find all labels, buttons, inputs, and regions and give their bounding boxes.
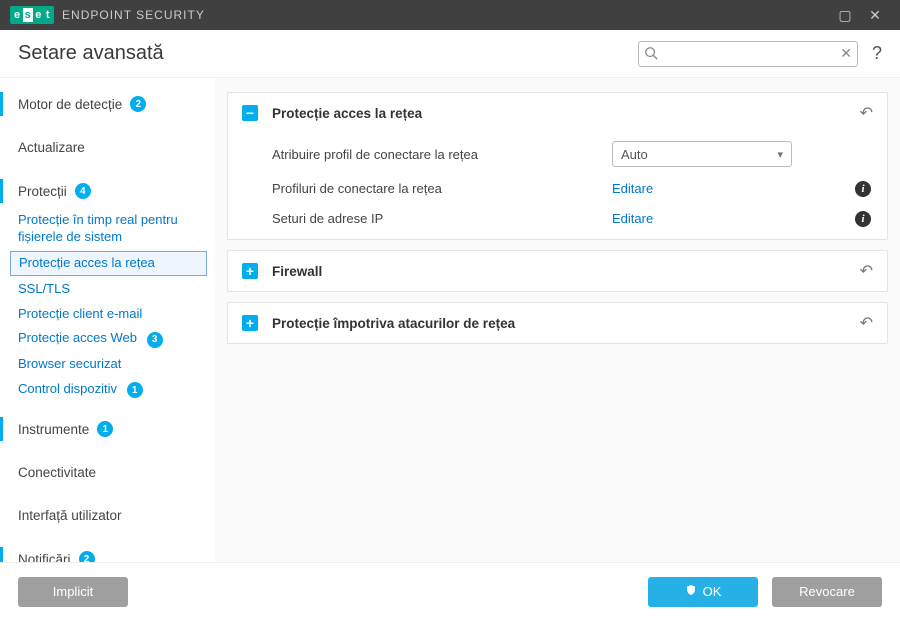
brand-logo: eset bbox=[10, 6, 54, 24]
page-title: Setare avansată bbox=[18, 42, 164, 65]
sidebar-sub-web-access[interactable]: Protecție acces Web 3 bbox=[0, 327, 215, 351]
profile-assignment-select[interactable]: Auto ▾ bbox=[612, 141, 792, 167]
sidebar-sub-device-control[interactable]: Control dispozitiv 1 bbox=[0, 378, 215, 402]
undo-icon[interactable]: ↶ bbox=[860, 261, 873, 281]
panel-title: Firewall bbox=[272, 264, 860, 279]
sidebar: Motor de detecție 2 Actualizare Protecți… bbox=[0, 78, 215, 562]
sidebar-item-label: Protecție acces Web bbox=[18, 330, 137, 345]
setting-row-connection-profiles: Profiluri de conectare la rețea Editare … bbox=[228, 173, 887, 203]
expand-icon[interactable]: + bbox=[242, 263, 258, 279]
setting-row-profile-assignment: Atribuire profil de conectare la rețea A… bbox=[228, 135, 887, 173]
sidebar-badge: 2 bbox=[130, 96, 146, 112]
window-maximize-icon[interactable]: ▢ bbox=[830, 7, 860, 24]
sidebar-item-user-interface[interactable]: Interfață utilizator bbox=[0, 504, 215, 527]
sidebar-item-label: SSL/TLS bbox=[18, 281, 70, 296]
sidebar-item-label: Actualizare bbox=[18, 140, 85, 155]
sidebar-item-label: Protecție în timp real pentru bbox=[18, 212, 178, 227]
sidebar-item-label: Protecție acces la rețea bbox=[19, 255, 155, 270]
shield-icon bbox=[685, 584, 697, 599]
undo-icon[interactable]: ↶ bbox=[860, 313, 873, 333]
sidebar-item-connectivity[interactable]: Conectivitate bbox=[0, 461, 215, 484]
search-input[interactable] bbox=[638, 41, 858, 67]
sidebar-sub-email-client[interactable]: Protecție client e-mail bbox=[0, 303, 215, 326]
setting-label: Atribuire profil de conectare la rețea bbox=[272, 147, 612, 162]
sidebar-item-protections[interactable]: Protecții 4 bbox=[0, 179, 215, 203]
ok-button[interactable]: OK bbox=[648, 577, 758, 607]
undo-icon[interactable]: ↶ bbox=[860, 103, 873, 123]
setting-label: Seturi de adrese IP bbox=[272, 211, 612, 226]
info-icon[interactable]: i bbox=[855, 209, 873, 227]
panel-header[interactable]: − Protecție acces la rețea ↶ bbox=[228, 93, 887, 133]
sidebar-item-label: Motor de detecție bbox=[18, 97, 122, 112]
panel-header[interactable]: + Protecție împotriva atacurilor de rețe… bbox=[228, 303, 887, 343]
sidebar-badge: 1 bbox=[97, 421, 113, 437]
search-icon bbox=[644, 46, 658, 63]
expand-icon[interactable]: + bbox=[242, 315, 258, 331]
info-icon[interactable]: i bbox=[855, 179, 873, 197]
sidebar-item-label: Conectivitate bbox=[18, 465, 96, 480]
panel-body: Atribuire profil de conectare la rețea A… bbox=[228, 133, 887, 239]
sidebar-badge: 1 bbox=[127, 382, 143, 398]
content-area: − Protecție acces la rețea ↶ Atribuire p… bbox=[215, 78, 900, 562]
edit-link[interactable]: Editare bbox=[612, 211, 653, 226]
sidebar-sub-ssl-tls[interactable]: SSL/TLS bbox=[0, 278, 215, 301]
sidebar-item-label: Browser securizat bbox=[18, 356, 121, 371]
sidebar-item-label: Protecție client e-mail bbox=[18, 306, 142, 321]
sidebar-item-label: Interfață utilizator bbox=[18, 508, 122, 523]
panel-title: Protecție acces la rețea bbox=[272, 106, 860, 121]
titlebar: eset ENDPOINT SECURITY ▢ ✕ bbox=[0, 0, 900, 30]
header-bar: Setare avansată ✕ ? bbox=[0, 30, 900, 78]
panel-header[interactable]: + Firewall ↶ bbox=[228, 251, 887, 291]
panel-network-access: − Protecție acces la rețea ↶ Atribuire p… bbox=[227, 92, 888, 240]
footer-bar: Implicit OK Revocare bbox=[0, 562, 900, 620]
chevron-down-icon: ▾ bbox=[777, 148, 783, 161]
cancel-button[interactable]: Revocare bbox=[772, 577, 882, 607]
setting-row-ip-sets: Seturi de adrese IP Editare i bbox=[228, 203, 887, 233]
sidebar-item-tools[interactable]: Instrumente 1 bbox=[0, 417, 215, 441]
sidebar-item-label: Notificări bbox=[18, 552, 71, 562]
sidebar-badge: 2 bbox=[79, 551, 95, 562]
edit-link[interactable]: Editare bbox=[612, 181, 653, 196]
sidebar-item-update[interactable]: Actualizare bbox=[0, 136, 215, 159]
setting-label: Profiluri de conectare la rețea bbox=[272, 181, 612, 196]
button-label: OK bbox=[703, 584, 722, 599]
app-title: ENDPOINT SECURITY bbox=[62, 8, 205, 22]
collapse-icon[interactable]: − bbox=[242, 105, 258, 121]
panel-firewall: + Firewall ↶ bbox=[227, 250, 888, 292]
sidebar-sub-secure-browser[interactable]: Browser securizat bbox=[0, 353, 215, 376]
clear-search-icon[interactable]: ✕ bbox=[840, 45, 852, 62]
panel-network-attack-protection: + Protecție împotriva atacurilor de rețe… bbox=[227, 302, 888, 344]
search-field-wrap: ✕ bbox=[638, 41, 858, 67]
sidebar-item-label: Control dispozitiv bbox=[18, 381, 117, 396]
sidebar-badge: 4 bbox=[75, 183, 91, 199]
sidebar-badge: 3 bbox=[147, 332, 163, 348]
sidebar-sub-realtime-protection[interactable]: Protecție în timp real pentru fișierele … bbox=[0, 209, 215, 249]
sidebar-item-label: Instrumente bbox=[18, 422, 89, 437]
sidebar-item-detection-engine[interactable]: Motor de detecție 2 bbox=[0, 92, 215, 116]
default-button[interactable]: Implicit bbox=[18, 577, 128, 607]
sidebar-sub-network-access[interactable]: Protecție acces la rețea bbox=[10, 251, 207, 276]
sidebar-item-notifications[interactable]: Notificări 2 bbox=[0, 547, 215, 562]
window-close-icon[interactable]: ✕ bbox=[860, 7, 890, 24]
panel-title: Protecție împotriva atacurilor de rețea bbox=[272, 316, 860, 331]
select-value: Auto bbox=[621, 147, 648, 162]
sidebar-item-label: fișierele de sistem bbox=[18, 229, 122, 244]
help-icon[interactable]: ? bbox=[872, 43, 882, 64]
sidebar-item-label: Protecții bbox=[18, 184, 67, 199]
